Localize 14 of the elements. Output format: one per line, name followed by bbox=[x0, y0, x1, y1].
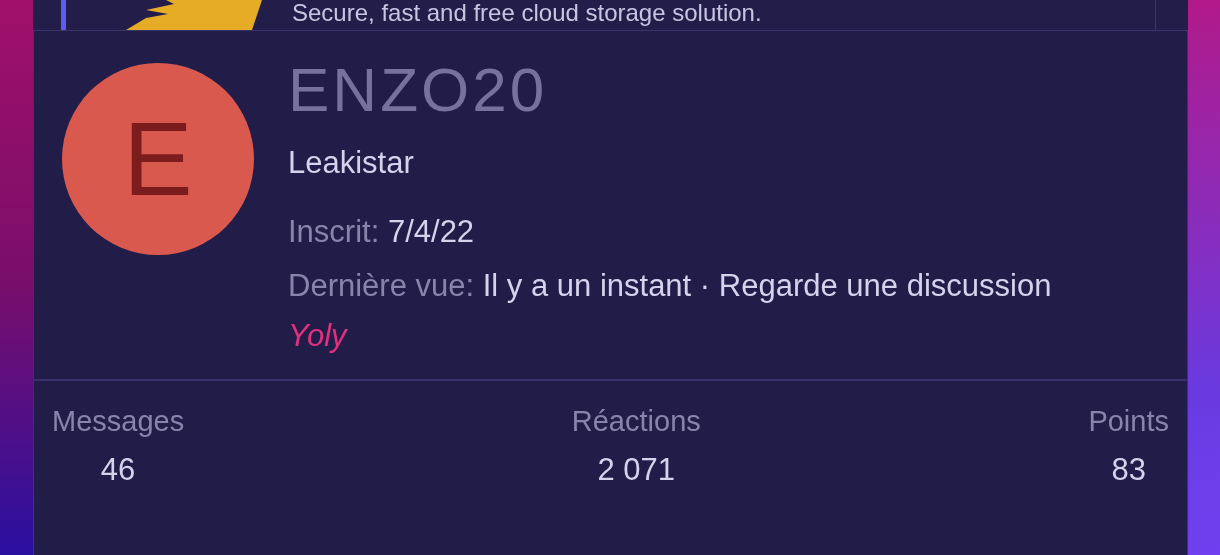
stat-label: Points bbox=[1088, 405, 1169, 438]
description-text: Secure, fast and free cloud storage solution. bbox=[292, 0, 762, 26]
stat-value: 83 bbox=[1111, 452, 1146, 488]
user-title: Leakistar bbox=[288, 145, 415, 181]
avatar: E bbox=[62, 63, 254, 255]
thread-link[interactable]: Yoly bbox=[288, 318, 347, 353]
stat-value: 46 bbox=[100, 452, 136, 488]
username: ENZO20 bbox=[288, 59, 549, 121]
stat-label: Réactions bbox=[571, 405, 701, 438]
stat-label: Messages bbox=[52, 405, 185, 438]
stat-value: 2 071 bbox=[597, 452, 676, 488]
accent-bar bbox=[61, 0, 66, 30]
last-seen-text: Dernière vue: Il y a un instant · Regarde une discussion Yoly bbox=[288, 267, 1053, 355]
joined-date: Inscrit: 7/4/22 bbox=[288, 213, 476, 251]
